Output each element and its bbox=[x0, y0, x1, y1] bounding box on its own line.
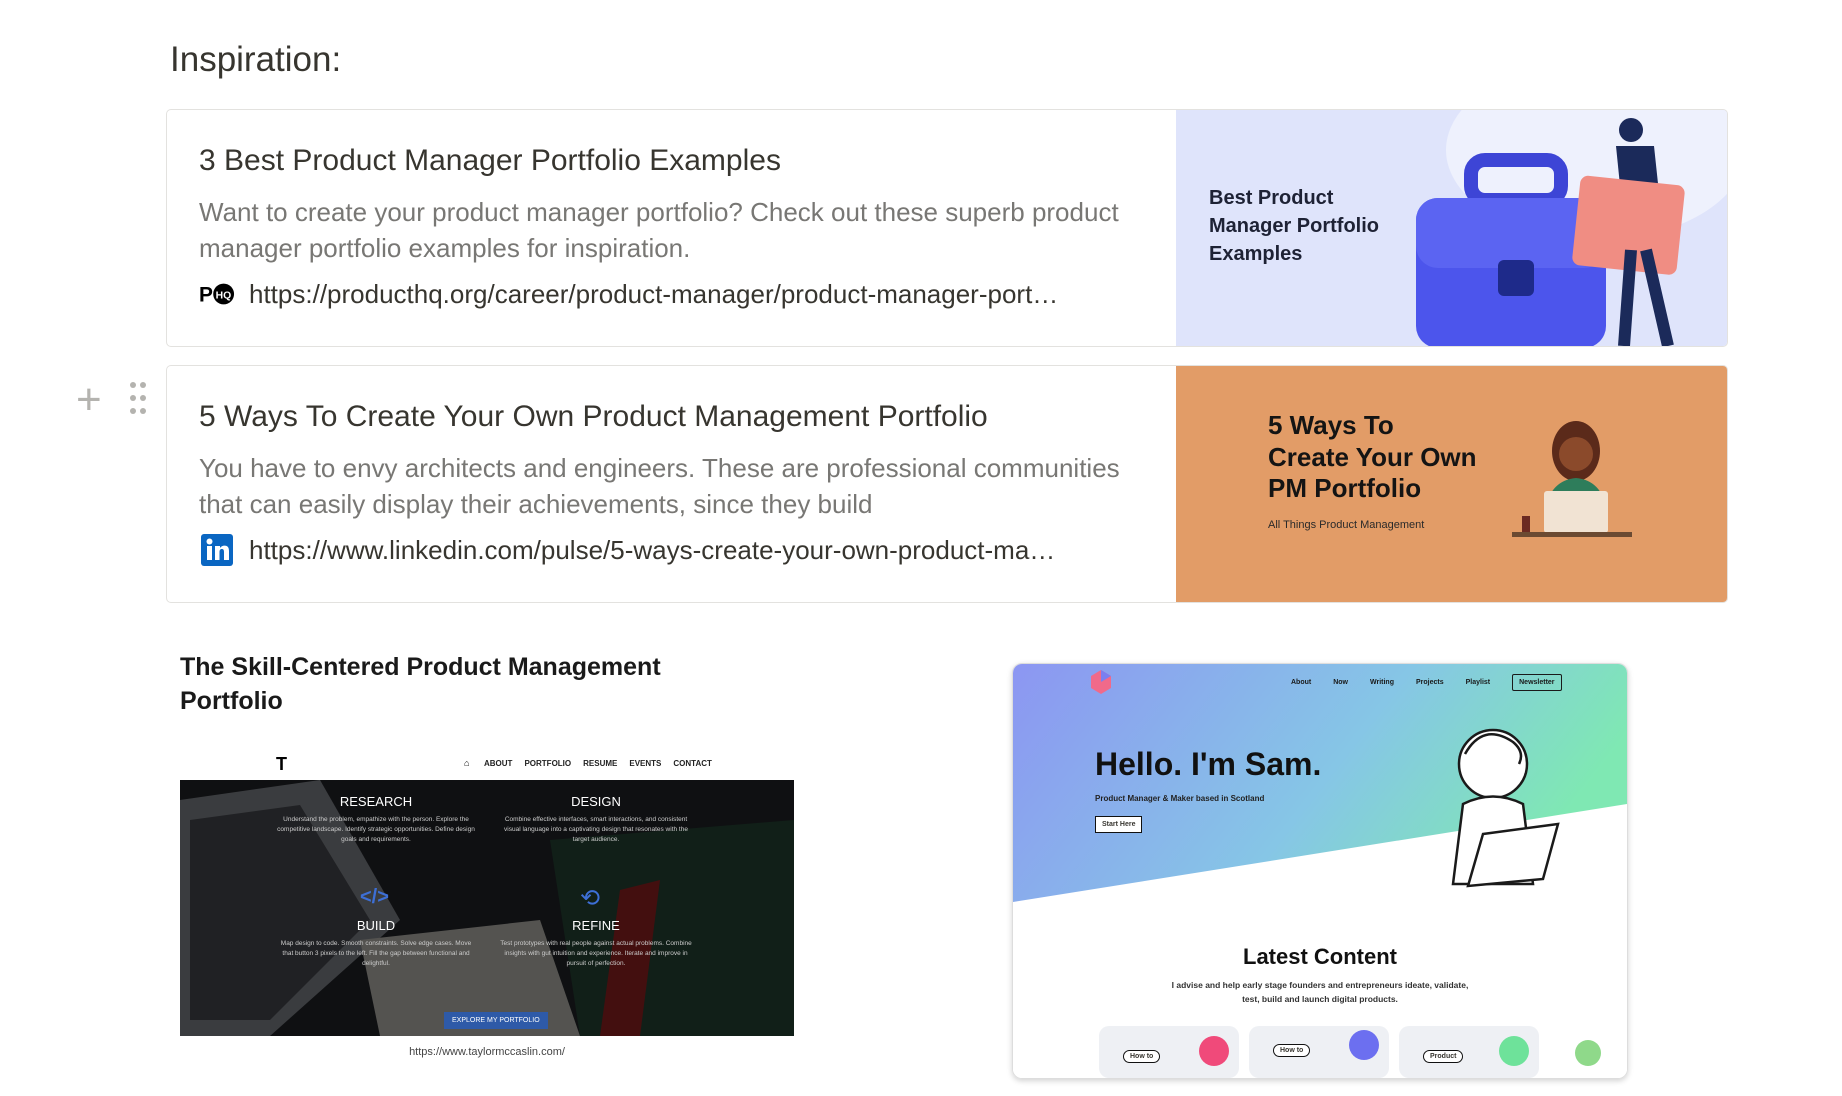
home-icon: ⌂ bbox=[464, 758, 470, 768]
chat-icon bbox=[1349, 1030, 1379, 1060]
content-cards: How to How to Product bbox=[1099, 1026, 1619, 1078]
website-navbar: T ⌂ ABOUT PORTFOLIO RESUME EVENTS CONTAC… bbox=[180, 746, 794, 780]
sam-nav: About Now Writing Projects Playlist News… bbox=[1291, 674, 1562, 691]
svg-text:P: P bbox=[199, 284, 213, 306]
content-card[interactable]: How to bbox=[1249, 1026, 1389, 1078]
bookmark-description: You have to envy architects and engineer… bbox=[199, 453, 1120, 519]
portfolio-screenshot-sam: About Now Writing Projects Playlist News… bbox=[1012, 663, 1628, 1079]
bookmark-link[interactable]: P HQ https://producthq.org/career/produc… bbox=[199, 278, 1159, 310]
nav-about[interactable]: ABOUT bbox=[484, 759, 512, 768]
image-caption-url: https://www.taylormccaslin.com/ bbox=[409, 1046, 565, 1058]
content-card[interactable]: How to bbox=[1099, 1026, 1239, 1078]
card-tag: How to bbox=[1123, 1050, 1161, 1063]
nav-projects[interactable]: Projects bbox=[1416, 679, 1444, 686]
hero-title: Hello. I'm Sam. bbox=[1095, 746, 1322, 782]
site-logo-icon: T bbox=[276, 754, 287, 774]
nav-contact[interactable]: CONTACT bbox=[673, 759, 712, 768]
skill-refine-label: REFINE bbox=[572, 918, 620, 933]
skill-build-label: BUILD bbox=[356, 918, 396, 933]
svg-text:All Things Product Management: All Things Product Management bbox=[1268, 519, 1424, 531]
skill-design-label: DESIGN bbox=[571, 794, 621, 809]
bookmark-text: 5 Ways To Create Your Own Product Manage… bbox=[199, 366, 1159, 566]
linkedin-icon bbox=[199, 534, 235, 566]
section-heading: Inspiration: bbox=[170, 40, 342, 79]
skill-build-text: Map design to code. Smooth constraints. … bbox=[280, 940, 472, 967]
nav-links: ABOUT PORTFOLIO RESUME EVENTS CONTACT bbox=[484, 759, 712, 768]
explore-portfolio-button[interactable]: EXPLORE MY PORTFOLIO bbox=[444, 1012, 548, 1029]
block-hover-tools: + bbox=[76, 378, 156, 422]
bookmark-title: 5 Ways To Create Your Own Product Manage… bbox=[199, 400, 988, 433]
nav-about[interactable]: About bbox=[1291, 679, 1311, 686]
nav-events[interactable]: EVENTS bbox=[629, 759, 661, 768]
producthq-logo-icon: P HQ bbox=[199, 278, 235, 310]
robot-icon bbox=[1199, 1036, 1229, 1066]
content-card[interactable]: Product bbox=[1399, 1026, 1539, 1078]
bookmark-card-producthq[interactable]: 3 Best Product Manager Portfolio Example… bbox=[166, 109, 1728, 347]
nav-writing[interactable]: Writing bbox=[1370, 679, 1394, 686]
latest-content-text: I advise and help early stage founders a… bbox=[1171, 980, 1469, 1004]
bookmark-thumbnail: Best Product Manager Portfolio Examples bbox=[1176, 110, 1727, 346]
nav-newsletter-button[interactable]: Newsletter bbox=[1512, 674, 1562, 691]
refine-icon: ⟲ bbox=[580, 885, 601, 912]
card-tag: Product bbox=[1423, 1050, 1464, 1063]
svg-text:HQ: HQ bbox=[216, 290, 232, 301]
bookmark-thumbnail: 5 Ways To Create Your Own PM Portfolio A… bbox=[1176, 366, 1727, 602]
add-block-icon[interactable]: + bbox=[76, 378, 102, 422]
nav-playlist[interactable]: Playlist bbox=[1466, 679, 1491, 686]
nav-portfolio[interactable]: PORTFOLIO bbox=[524, 759, 571, 768]
nav-now[interactable]: Now bbox=[1333, 679, 1348, 686]
sam-logo-icon bbox=[1091, 672, 1111, 694]
card-tag: How to bbox=[1273, 1044, 1311, 1057]
code-icon: </> bbox=[360, 886, 389, 908]
hero-subtitle: Product Manager & Maker based in Scotlan… bbox=[1095, 794, 1265, 803]
website-preview: T ⌂ ABOUT PORTFOLIO RESUME EVENTS CONTAC… bbox=[180, 746, 794, 1036]
latest-content-title: Latest Content bbox=[1243, 944, 1397, 969]
bookmark-text: 3 Best Product Manager Portfolio Example… bbox=[199, 110, 1159, 310]
bookmark-url: https://www.linkedin.com/pulse/5-ways-cr… bbox=[249, 534, 1056, 565]
portfolio-screenshot-taylor: The Skill-Centered Product Management Po… bbox=[180, 650, 794, 1060]
bookmark-url: https://producthq.org/career/product-man… bbox=[249, 278, 1059, 309]
bookmark-card-linkedin[interactable]: 5 Ways To Create Your Own Product Manage… bbox=[166, 365, 1728, 603]
pencil-icon bbox=[1499, 1036, 1529, 1066]
skills-grid: RESEARCH Understand the problem, empathi… bbox=[276, 794, 696, 994]
start-here-button[interactable]: Start Here bbox=[1095, 816, 1143, 833]
nav-resume[interactable]: RESUME bbox=[583, 759, 617, 768]
bookmark-description: Want to create your product manager port… bbox=[199, 197, 1119, 263]
drag-handle-icon[interactable] bbox=[130, 382, 150, 418]
skill-refine-text: Test prototypes with real people against… bbox=[500, 940, 692, 967]
skill-design-text: Combine effective interfaces, smart inte… bbox=[504, 816, 688, 843]
skill-research-label: RESEARCH bbox=[339, 794, 413, 809]
image-caption-title: The Skill-Centered Product Management Po… bbox=[180, 653, 661, 715]
bookmark-title: 3 Best Product Manager Portfolio Example… bbox=[199, 144, 781, 177]
bookmark-link[interactable]: https://www.linkedin.com/pulse/5-ways-cr… bbox=[199, 534, 1159, 566]
skill-research-text: Understand the problem, empathize with t… bbox=[277, 816, 475, 843]
avatar-icon bbox=[1575, 1040, 1601, 1066]
